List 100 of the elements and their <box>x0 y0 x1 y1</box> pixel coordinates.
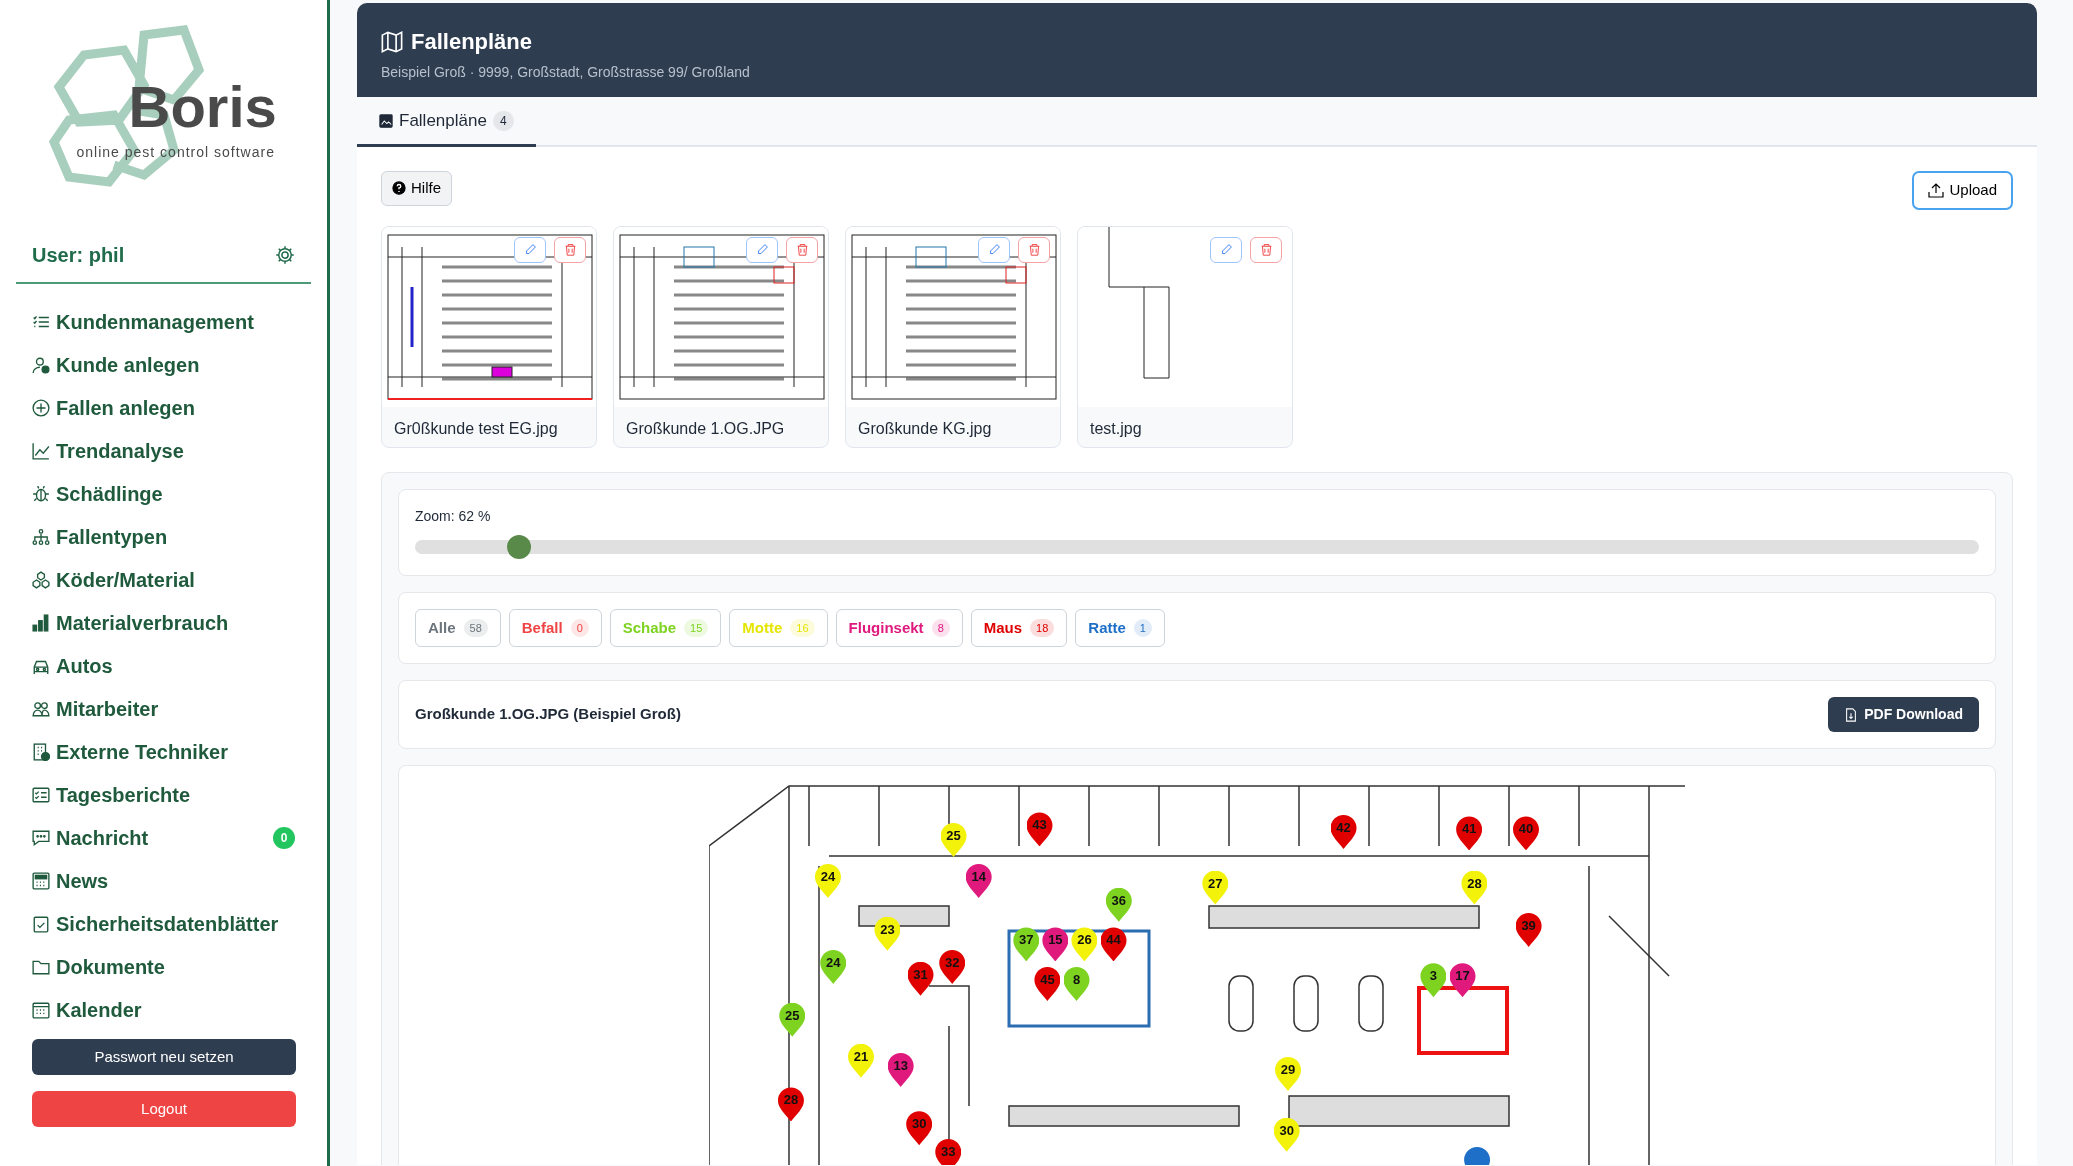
count-badge: 0 <box>570 618 589 637</box>
count-badge: 0 <box>273 826 295 849</box>
map-pin[interactable]: 14 <box>965 863 992 898</box>
edit-button[interactable] <box>514 236 546 263</box>
map-pin[interactable]: 32 <box>939 949 966 984</box>
plan-name: test.jpg <box>1089 418 1143 439</box>
logout-button[interactable]: Logout <box>32 1091 296 1127</box>
sidebar-item[interactable]: Kunde anlegen <box>56 349 200 380</box>
map-pin[interactable]: 24 <box>820 949 847 984</box>
map-pin[interactable]: 37 <box>1013 927 1040 962</box>
edit-button[interactable] <box>746 236 778 263</box>
settings-icon[interactable] <box>275 245 295 265</box>
map-pin[interactable]: 21 <box>848 1043 874 1078</box>
logo-name: Boris <box>128 78 277 136</box>
sidebar-item[interactable]: Schädlinge <box>56 478 163 509</box>
map-pin[interactable]: 39 <box>1515 912 1542 947</box>
plan-card[interactable]: test.jpg <box>1077 225 1293 448</box>
calculator-icon <box>32 871 50 890</box>
sidebar-item[interactable]: Externe Techniker <box>56 736 228 767</box>
plan-card[interactable]: Großkunde KG.jpg <box>845 225 1061 448</box>
map-pin[interactable]: 24 <box>814 863 841 898</box>
logo-tagline: online pest control software <box>76 143 275 162</box>
question-icon <box>392 181 406 196</box>
people-icon <box>32 699 50 718</box>
count-badge: 16 <box>790 618 815 637</box>
plan-name: Großkunde KG.jpg <box>857 418 993 439</box>
map-pin[interactable]: 15 <box>1042 927 1069 962</box>
password-reset-button[interactable]: Passwort neu setzen <box>32 1039 296 1075</box>
sidebar-item[interactable]: Fallen anlegen <box>56 392 195 423</box>
filter-button[interactable]: Maus 18 <box>970 608 1068 647</box>
plan-card[interactable]: Großkunde 1.OG.JPG <box>613 225 829 448</box>
map-pin[interactable]: 36 <box>1105 887 1132 922</box>
calendar-icon <box>32 1000 50 1019</box>
plus-circle-icon <box>32 398 50 417</box>
map-pin[interactable]: 45 <box>1034 967 1061 1002</box>
map-pin[interactable]: 29 <box>1275 1057 1302 1091</box>
boxes-icon <box>32 570 50 589</box>
sidebar-item[interactable]: Sicherheitsdatenblätter <box>56 908 279 939</box>
help-button[interactable]: Hilfe <box>381 171 452 206</box>
sidebar-item[interactable]: Kundenmanagement <box>56 306 254 337</box>
delete-button[interactable] <box>1250 236 1282 263</box>
map-pin[interactable]: 42 <box>1330 815 1357 850</box>
trash-icon <box>563 243 577 256</box>
filter-button[interactable]: Alle 58 <box>415 608 501 647</box>
sidebar-item[interactable]: Autos <box>56 650 113 681</box>
map-pin[interactable]: 44 <box>1100 927 1127 962</box>
map-pin[interactable]: 25 <box>779 1002 806 1037</box>
delete-button[interactable] <box>1018 236 1050 263</box>
clipboard-check-icon <box>32 914 50 933</box>
sidebar-item[interactable]: Trendanalyse <box>56 435 184 466</box>
sidebar-item[interactable]: News <box>56 865 109 896</box>
sidebar-item[interactable]: Fallentypen <box>56 521 168 552</box>
user-name: User: phil <box>32 243 125 268</box>
zoom-slider[interactable] <box>415 534 1979 559</box>
sidebar-item[interactable]: Kalender <box>56 994 142 1025</box>
map-pin[interactable]: 40 <box>1513 816 1539 851</box>
building-check-icon <box>32 742 50 761</box>
map-pin[interactable]: 13 <box>887 1053 914 1087</box>
sidebar-item[interactable]: Materialverbrauch <box>56 607 229 638</box>
count-badge: 4 <box>492 110 514 131</box>
sidebar-item[interactable]: Dokumente <box>56 951 165 982</box>
map-pin[interactable]: 43 <box>1026 812 1053 847</box>
map-pin[interactable]: 28 <box>1461 870 1488 905</box>
map-pin[interactable]: 17 <box>1449 963 1476 998</box>
map-pin[interactable]: 26 <box>1071 927 1098 962</box>
map-pin[interactable]: 33 <box>935 1138 962 1165</box>
delete-button[interactable] <box>554 236 586 263</box>
pdf-download-button[interactable]: PDF Download <box>1828 697 1979 732</box>
count-badge: 15 <box>684 618 709 637</box>
filter-button[interactable]: Befall 0 <box>508 608 602 647</box>
map-pin[interactable]: 23 <box>874 916 901 951</box>
map-pin[interactable]: 27 <box>1202 870 1229 905</box>
map-pin[interactable]: 8 <box>1063 967 1090 1002</box>
file-icon <box>1844 707 1859 722</box>
sidebar-item[interactable]: Tagesberichte <box>56 779 191 810</box>
map-pin[interactable]: 30 <box>906 1111 933 1146</box>
edit-button[interactable] <box>978 236 1010 263</box>
map-pin[interactable]: 28 <box>777 1087 804 1122</box>
sidebar-item[interactable]: Mitarbeiter <box>56 693 159 724</box>
pencil-icon <box>1219 243 1233 256</box>
delete-button[interactable] <box>786 236 818 263</box>
filter-button[interactable]: Ratte 1 <box>1075 608 1165 647</box>
edit-button[interactable] <box>1210 236 1242 263</box>
person-add-icon <box>32 355 50 374</box>
count-badge: 18 <box>1030 618 1055 637</box>
sidebar-item[interactable]: Köder/Material <box>56 564 195 595</box>
plan-card[interactable]: Gr0ßkunde test EG.jpg <box>381 225 597 448</box>
map-pin[interactable]: 25 <box>940 823 967 857</box>
map-pin[interactable]: 30 <box>1273 1117 1300 1152</box>
map-pin[interactable]: 31 <box>907 961 934 996</box>
slider-thumb[interactable] <box>507 534 532 559</box>
upload-button[interactable]: Upload <box>1912 171 2013 210</box>
map-pin[interactable]: 41 <box>1456 816 1483 851</box>
bar-chart-icon <box>32 613 50 632</box>
sidebar-item[interactable]: Nachricht <box>56 822 149 853</box>
image-icon <box>379 113 393 128</box>
map-pin[interactable]: 3 <box>1420 963 1447 998</box>
page-subtitle: Beispiel Groß · 9999, Großstadt, Großstrasse 99/ Großland <box>381 63 751 82</box>
filter-button[interactable]: Fluginsekt 8 <box>835 608 963 647</box>
line-chart-icon <box>32 441 50 460</box>
